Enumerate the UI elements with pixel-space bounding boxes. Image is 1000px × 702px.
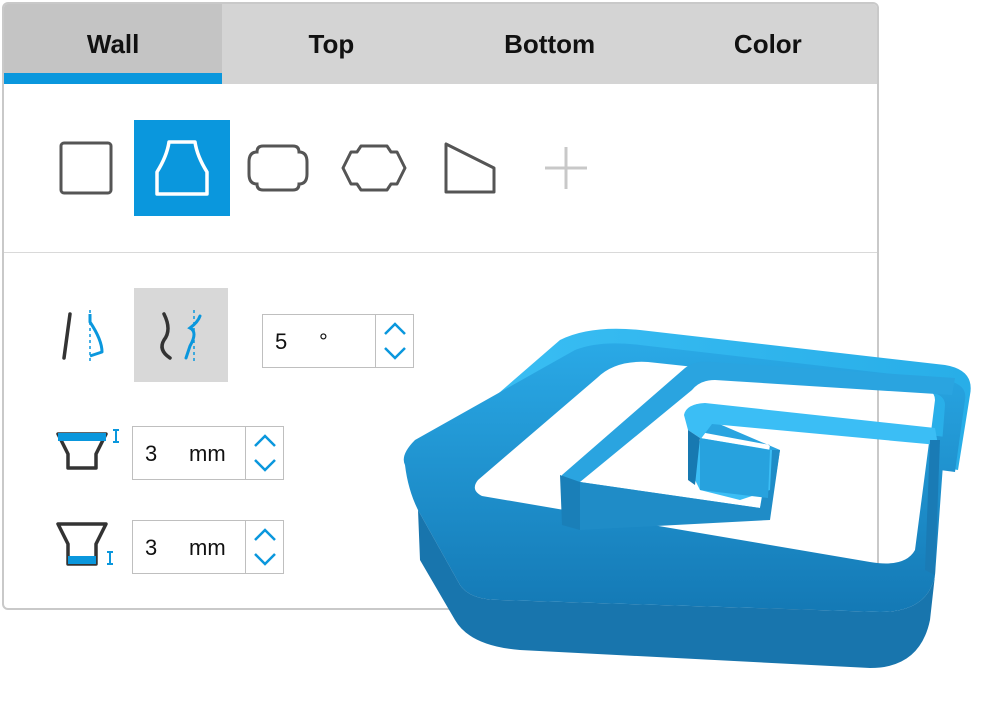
plus-icon xyxy=(545,147,587,189)
shape-chamfer-cross-button[interactable] xyxy=(326,120,422,216)
bottom-thickness-field[interactable]: 3 mm xyxy=(132,520,284,574)
rounded-cross-shape-icon xyxy=(247,144,309,192)
trapezoid-shape-icon xyxy=(155,140,209,196)
straight-draft-icon xyxy=(62,310,104,364)
top-thickness-field[interactable]: 3 mm xyxy=(132,426,284,480)
chevron-down-icon xyxy=(253,553,276,566)
shape-rounded-cross-button[interactable] xyxy=(230,120,326,216)
shape-square-button[interactable] xyxy=(38,120,134,216)
chevron-down-icon xyxy=(253,459,276,472)
tab-color[interactable]: Color xyxy=(659,4,877,84)
shape-slant-button[interactable] xyxy=(422,120,518,216)
top-thickness-decrement-button[interactable] xyxy=(246,452,283,478)
top-thickness-label xyxy=(52,424,122,479)
bottom-thickness-icon xyxy=(56,522,113,566)
bottom-thickness-unit: mm xyxy=(189,535,226,560)
draft-angle-unit: ° xyxy=(319,329,328,354)
tab-wall[interactable]: Wall xyxy=(4,4,223,84)
top-thickness-icon xyxy=(56,429,119,470)
top-thickness-value: 3 xyxy=(145,441,158,466)
top-thickness-unit: mm xyxy=(189,441,226,466)
bottom-thickness-label xyxy=(52,518,122,577)
tab-top[interactable]: Top xyxy=(222,4,440,84)
tab-bottom[interactable]: Bottom xyxy=(441,4,659,84)
bottom-thickness-increment-button[interactable] xyxy=(246,522,283,548)
chevron-up-icon xyxy=(253,434,276,447)
draft-angle-field[interactable]: 5 ° xyxy=(262,314,414,368)
section-divider xyxy=(4,252,877,253)
shape-trapezoid-button[interactable] xyxy=(134,120,230,216)
draft-curved-button[interactable] xyxy=(134,288,228,382)
top-thickness-stepper xyxy=(245,427,283,479)
chamfer-cross-shape-icon xyxy=(341,144,407,192)
curved-draft-icon xyxy=(160,310,202,364)
bottom-thickness-decrement-button[interactable] xyxy=(246,546,283,572)
wall-shape-selector xyxy=(4,84,877,252)
slant-shape-icon xyxy=(444,142,496,194)
square-shape-icon xyxy=(59,141,113,195)
add-shape-button[interactable] xyxy=(518,120,614,216)
chevron-up-icon xyxy=(253,528,276,541)
draft-angle-value: 5 xyxy=(275,329,288,354)
tab-bar: Wall Top Bottom Color xyxy=(4,4,877,84)
bottom-thickness-stepper xyxy=(245,521,283,573)
bottom-thickness-value: 3 xyxy=(145,535,158,560)
draft-straight-button[interactable] xyxy=(38,288,132,382)
model-preview xyxy=(403,328,971,668)
top-thickness-increment-button[interactable] xyxy=(246,428,283,454)
